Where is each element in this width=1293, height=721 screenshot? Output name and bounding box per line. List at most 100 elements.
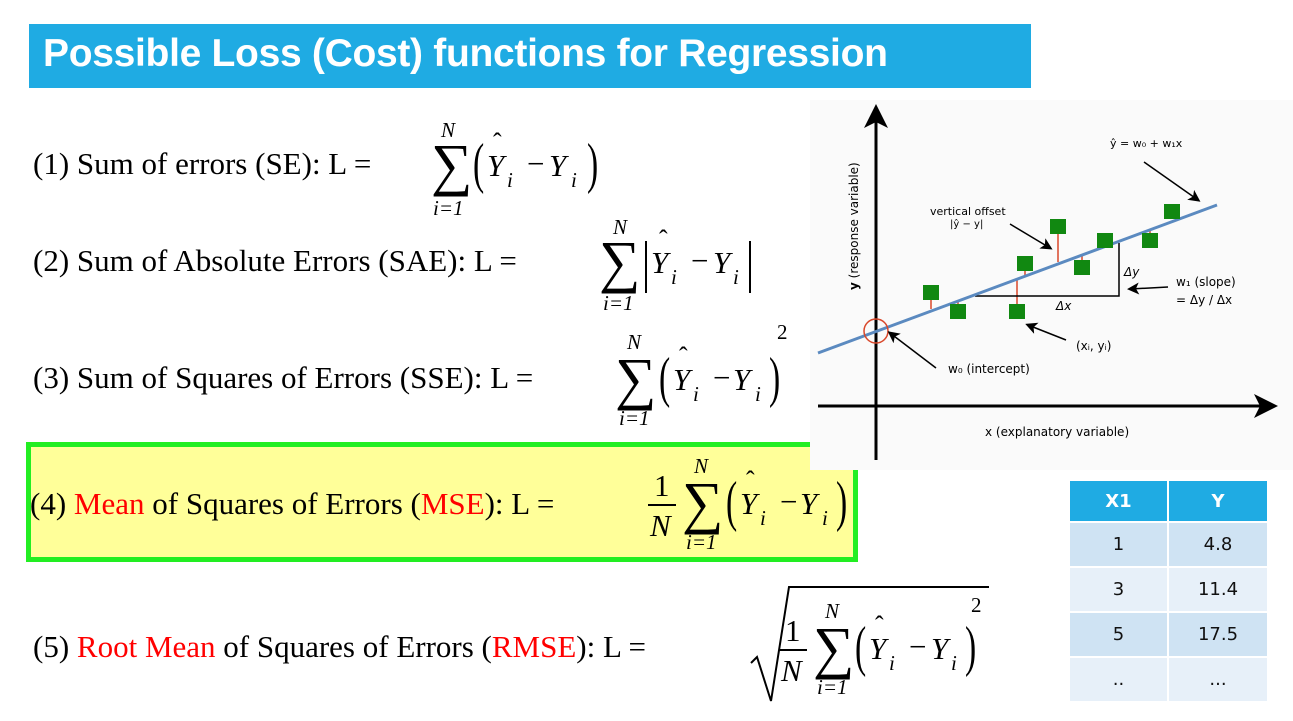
vertical-offset-formula: |ŷ − y| bbox=[950, 218, 983, 230]
minus-sign: − bbox=[909, 629, 927, 664]
data-point bbox=[923, 285, 939, 300]
x-axis-label: x (explanatory variable) bbox=[985, 425, 1129, 439]
table-row: 5 17.5 bbox=[1070, 613, 1267, 656]
abs-bar-left bbox=[645, 241, 647, 293]
fraction-numerator: 1 bbox=[785, 613, 801, 648]
y-actual: Y bbox=[713, 245, 731, 280]
y-hat: Y bbox=[740, 486, 758, 521]
left-paren: ( bbox=[659, 347, 671, 409]
data-point bbox=[1074, 260, 1090, 275]
formula-se: (1) Sum of errors (SE): L = N ∑ i=1 ( ˆ … bbox=[33, 118, 613, 220]
data-point bbox=[1164, 204, 1180, 219]
line-equation-label: ŷ = w₀ + w₁x bbox=[1110, 137, 1183, 150]
table-row: 1 4.8 bbox=[1070, 523, 1267, 566]
fraction-denominator: N bbox=[781, 653, 802, 688]
left-paren: ( bbox=[855, 616, 867, 678]
formula-rmse: (5) Root Mean of Squares of Errors (RMSE… bbox=[33, 585, 993, 710]
subscript-i: i bbox=[733, 265, 739, 289]
y-actual: Y bbox=[733, 362, 751, 397]
sum-lower: i=1 bbox=[603, 291, 634, 315]
y-hat: Y bbox=[651, 245, 669, 280]
label-text: of Squares of Errors ( bbox=[215, 629, 492, 664]
y-hat: Y bbox=[487, 148, 505, 183]
abs-bar-right bbox=[749, 241, 751, 293]
delta-x-label: Δx bbox=[1055, 299, 1072, 313]
sigma-symbol: ∑ bbox=[682, 470, 724, 535]
formula-se-label: (1) Sum of errors (SE): L = bbox=[33, 146, 372, 181]
subscript-i: i bbox=[822, 506, 828, 530]
subscript-i: i bbox=[507, 168, 513, 192]
data-point bbox=[1017, 256, 1033, 271]
column-header-y: Y bbox=[1169, 481, 1267, 521]
data-table: X1 Y 1 4.8 3 11.4 5 17.5 .. ... bbox=[1068, 479, 1269, 703]
emphasis-mse: MSE bbox=[420, 486, 485, 521]
formula-number: (4) bbox=[30, 486, 74, 521]
sigma-symbol: ∑ bbox=[615, 346, 657, 411]
formula-rmse-label: (5) Root Mean of Squares of Errors (RMSE… bbox=[33, 629, 646, 665]
sum-lower: i=1 bbox=[686, 530, 717, 554]
minus-sign: − bbox=[527, 146, 545, 181]
right-paren: ) bbox=[965, 616, 977, 678]
subscript-i: i bbox=[671, 265, 677, 289]
table-row: 3 11.4 bbox=[1070, 568, 1267, 611]
y-axis-label: y (response variable) bbox=[847, 162, 861, 290]
fraction-line bbox=[779, 649, 807, 651]
subscript-i: i bbox=[889, 651, 895, 675]
slide-title: Possible Loss (Cost) functions for Regre… bbox=[43, 32, 888, 75]
data-point bbox=[1097, 233, 1113, 248]
slope-label: w₁ (slope) bbox=[1176, 275, 1236, 289]
cell-y: 4.8 bbox=[1169, 523, 1267, 566]
y-axis-label-text: (response variable) bbox=[847, 162, 861, 282]
minus-sign: − bbox=[780, 484, 798, 519]
title-banner: Possible Loss (Cost) functions for Regre… bbox=[29, 24, 1031, 88]
cell-x1: 5 bbox=[1070, 613, 1167, 656]
point-label: (xᵢ, yᵢ) bbox=[1076, 339, 1111, 353]
data-point bbox=[950, 304, 966, 319]
emphasis-mean: Mean bbox=[73, 486, 145, 521]
formula-mse: (4) Mean of Squares of Errors (MSE): L =… bbox=[30, 446, 860, 558]
emphasis-root-mean: Root Mean bbox=[76, 629, 216, 664]
fraction-denominator: N bbox=[650, 508, 671, 543]
cell-x1: 3 bbox=[1070, 568, 1167, 611]
delta-y-label: Δy bbox=[1123, 265, 1140, 279]
sum-lower: i=1 bbox=[619, 406, 650, 430]
formula-sse: (3) Sum of Squares of Errors (SSE): L = … bbox=[33, 320, 793, 430]
formula-number: (5) bbox=[33, 629, 77, 664]
exponent-2: 2 bbox=[971, 593, 982, 617]
cell-y: ... bbox=[1169, 658, 1267, 701]
sigma-symbol: ∑ bbox=[813, 615, 855, 680]
column-header-x1: X1 bbox=[1070, 481, 1167, 521]
cell-x1: .. bbox=[1070, 658, 1167, 701]
y-actual: Y bbox=[800, 486, 818, 521]
fraction-line bbox=[648, 504, 676, 506]
label-text: of Squares of Errors ( bbox=[144, 486, 421, 521]
intercept-label: w₀ (intercept) bbox=[948, 362, 1030, 376]
y-axis-label-var: y bbox=[847, 282, 861, 290]
right-paren: ) bbox=[587, 133, 599, 195]
data-point bbox=[1050, 219, 1066, 234]
y-hat: Y bbox=[869, 631, 887, 666]
formula-mse-label: (4) Mean of Squares of Errors (MSE): L = bbox=[30, 486, 554, 522]
sigma-symbol: ∑ bbox=[431, 132, 473, 197]
right-paren: ) bbox=[769, 347, 781, 409]
subscript-i: i bbox=[571, 168, 577, 192]
formula-sae: (2) Sum of Absolute Errors (SAE): L = N … bbox=[33, 215, 753, 315]
emphasis-rmse: RMSE bbox=[491, 629, 577, 664]
table-header-row: X1 Y bbox=[1070, 481, 1267, 521]
vertical-offset-label: vertical offset bbox=[930, 205, 1006, 218]
data-point bbox=[1142, 233, 1158, 248]
right-paren: ) bbox=[836, 471, 848, 533]
subscript-i: i bbox=[693, 382, 699, 406]
cell-y: 11.4 bbox=[1169, 568, 1267, 611]
label-text: ): L = bbox=[484, 486, 555, 521]
y-actual: Y bbox=[931, 631, 949, 666]
slope-formula: = Δy / Δx bbox=[1176, 293, 1232, 307]
minus-sign: − bbox=[713, 360, 731, 395]
regression-diagram: y (response variable) x (explanatory var… bbox=[810, 100, 1293, 470]
subscript-i: i bbox=[760, 506, 766, 530]
data-point bbox=[1009, 304, 1025, 319]
minus-sign: − bbox=[691, 243, 709, 278]
label-text: ): L = bbox=[576, 629, 647, 664]
sum-lower: i=1 bbox=[817, 675, 848, 699]
subscript-i: i bbox=[951, 651, 957, 675]
